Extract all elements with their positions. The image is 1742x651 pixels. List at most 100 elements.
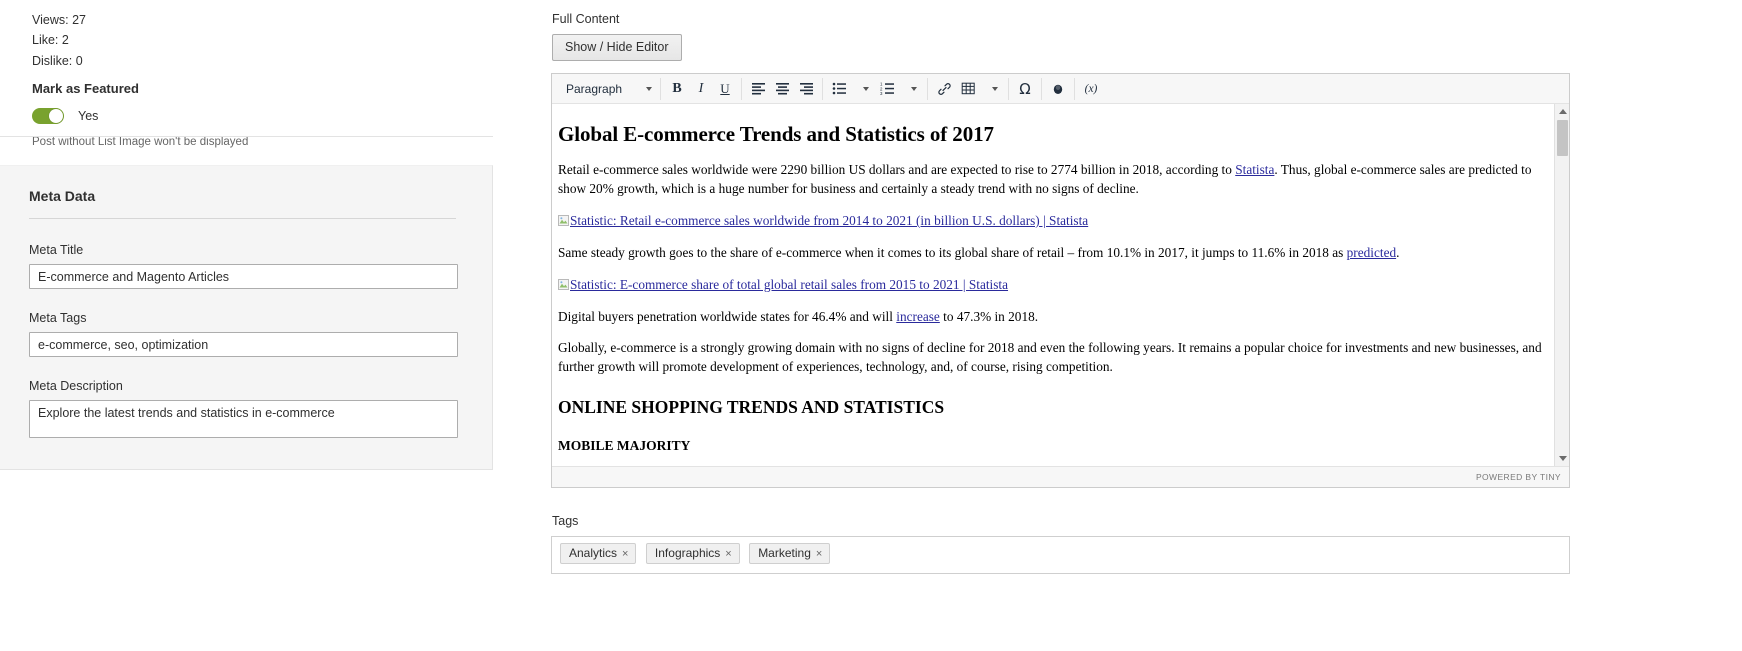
underline-button[interactable]: U <box>713 78 737 100</box>
tags-label: Tags <box>552 514 579 528</box>
scroll-down-button[interactable] <box>1555 451 1569 466</box>
numbered-list-icon: 1 2 3 <box>880 82 894 95</box>
meta-data-card: Meta Data Meta Title Meta Tags Meta Desc… <box>0 165 493 470</box>
editor-scrollbar[interactable] <box>1554 104 1569 466</box>
left-panel: Views: 27 Like: 2 Dislike: 0 Mark as Fea… <box>0 0 548 651</box>
p3-text-a: Digital buyers penetration worldwide sta… <box>558 308 897 324</box>
toolbar-group-align <box>742 77 823 100</box>
numbered-list-dropdown[interactable] <box>899 78 923 100</box>
statistic-retail-sales-link[interactable]: Statistic: Retail e-commerce sales world… <box>570 213 1088 228</box>
media-icon <box>1053 84 1063 94</box>
meta-data-heading: Meta Data <box>29 188 456 219</box>
toolbar-group-variable: (x) <box>1075 78 1107 100</box>
align-center-button[interactable] <box>770 78 794 100</box>
increase-link[interactable]: increase <box>896 309 940 324</box>
scroll-up-button[interactable] <box>1555 104 1569 119</box>
featured-toggle-switch[interactable] <box>32 107 64 124</box>
chevron-down-icon <box>646 86 652 91</box>
rich-text-editor: Paragraph B I U 1 2 3 Ω (x) Global E-com… <box>551 73 1570 488</box>
like-count: Like: 2 <box>32 33 69 48</box>
show-hide-editor-button[interactable]: Show / Hide Editor <box>552 34 682 61</box>
powered-by-tiny-label: POWERED BY TINY <box>1475 472 1561 482</box>
align-left-button[interactable] <box>746 78 770 100</box>
bullet-list-button[interactable] <box>827 78 851 100</box>
broken-image-icon <box>558 277 569 290</box>
meta-description-textarea[interactable] <box>29 400 458 438</box>
italic-button[interactable]: I <box>689 78 713 100</box>
predicted-link[interactable]: predicted <box>1347 245 1396 260</box>
tags-input-box[interactable]: Analytics × Infographics × Marketing × <box>551 536 1570 574</box>
bullet-list-dropdown[interactable] <box>851 78 875 100</box>
insert-table-dropdown[interactable] <box>980 78 1004 100</box>
bold-button[interactable]: B <box>665 78 689 100</box>
featured-toggle-value: Yes <box>78 108 99 123</box>
remove-tag-icon[interactable]: × <box>622 548 628 560</box>
chevron-down-icon <box>991 86 998 91</box>
toolbar-group-inline: B I U <box>661 77 742 100</box>
full-content-label: Full Content <box>552 12 620 26</box>
meta-description-label: Meta Description <box>29 379 123 393</box>
content-h3: MOBILE MAJORITY <box>558 438 691 454</box>
mark-as-featured-row: Yes <box>32 107 548 124</box>
broken-image-link-1: Statistic: Retail e-commerce sales world… <box>558 212 1543 231</box>
statistic-ecommerce-share-link[interactable]: Statistic: E-commerce share of total glo… <box>570 277 1008 292</box>
p1-text-a: Retail e-commerce sales worldwide were 2… <box>558 162 1236 178</box>
chevron-down-icon <box>910 86 917 91</box>
align-right-icon <box>799 83 813 95</box>
insert-variable-button[interactable]: (x) <box>1079 78 1103 100</box>
special-character-button[interactable]: Ω <box>1013 78 1037 100</box>
meta-description-group: Meta Description <box>29 379 458 443</box>
remove-tag-icon[interactable]: × <box>725 548 731 560</box>
post-stats: Views: 27 Like: 2 Dislike: 0 <box>0 0 548 71</box>
format-select-label: Paragraph <box>566 81 623 96</box>
mark-as-featured-label: Mark as Featured <box>32 80 139 96</box>
p2-text-a: Same steady growth goes to the share of … <box>558 244 1347 260</box>
link-icon <box>937 82 951 95</box>
format-select[interactable]: Paragraph <box>560 78 656 100</box>
broken-image-icon <box>558 213 569 226</box>
list-item: 18% of local searches lead to a sale wit… <box>594 465 1543 466</box>
align-center-icon <box>775 83 789 95</box>
table-icon <box>961 82 975 95</box>
meta-title-label: Meta Title <box>29 243 84 257</box>
editor-body-wrapper: Global E-commerce Trends and Statistics … <box>552 104 1569 466</box>
tag-chip-label: Infographics <box>654 546 721 560</box>
tag-chip[interactable]: Marketing × <box>749 543 831 564</box>
meta-title-input[interactable] <box>29 264 458 289</box>
p3-text-b: to 47.3% in 2018. <box>939 308 1039 324</box>
numbered-list-button[interactable]: 1 2 3 <box>875 78 899 100</box>
content-paragraph-4: Globally, e-commerce is a strongly growi… <box>558 340 1542 375</box>
views-count: Views: 27 <box>32 13 86 27</box>
content-h2: ONLINE SHOPPING TRENDS AND STATISTICS <box>558 397 945 418</box>
featured-note: Post without List Image won't be display… <box>32 135 249 148</box>
toolbar-group-special: Ω <box>1009 77 1042 100</box>
remove-tag-icon[interactable]: × <box>816 548 822 560</box>
tags-section: Tags Analytics × Infographics × Marketing × <box>551 514 1570 574</box>
insert-link-button[interactable] <box>932 78 956 100</box>
toolbar-group-lists: 1 2 3 <box>823 77 928 100</box>
toolbar-group-format: Paragraph <box>556 77 661 100</box>
tag-chip[interactable]: Analytics × <box>560 543 637 564</box>
content-paragraph-2: Same steady growth goes to the share of … <box>558 244 1543 263</box>
meta-tags-input[interactable] <box>29 332 458 357</box>
content-h1: Global E-commerce Trends and Statistics … <box>558 122 994 146</box>
tag-chip[interactable]: Infographics × <box>645 543 740 564</box>
tag-chip-label: Marketing <box>758 546 811 560</box>
editor-status-bar: POWERED BY TINY <box>552 466 1569 487</box>
meta-tags-group: Meta Tags <box>29 311 458 357</box>
main-content: Full Content Show / Hide Editor Paragrap… <box>548 0 1742 651</box>
scrollbar-thumb[interactable] <box>1557 120 1568 156</box>
chevron-down-icon <box>862 86 869 91</box>
toolbar-group-media <box>1042 77 1075 100</box>
content-paragraph-3: Digital buyers penetration worldwide sta… <box>558 308 1543 327</box>
align-right-button[interactable] <box>794 78 818 100</box>
left-panel-divider <box>0 136 493 137</box>
content-paragraph-1: Retail e-commerce sales worldwide were 2… <box>558 161 1543 199</box>
chevron-down-icon <box>1558 456 1567 461</box>
chevron-up-icon <box>1558 109 1567 114</box>
insert-table-button[interactable] <box>956 78 980 100</box>
insert-media-button[interactable] <box>1046 78 1070 100</box>
editor-content-area[interactable]: Global E-commerce Trends and Statistics … <box>552 104 1569 466</box>
tag-chip-label: Analytics <box>569 546 618 560</box>
statista-link[interactable]: Statista <box>1235 162 1274 177</box>
